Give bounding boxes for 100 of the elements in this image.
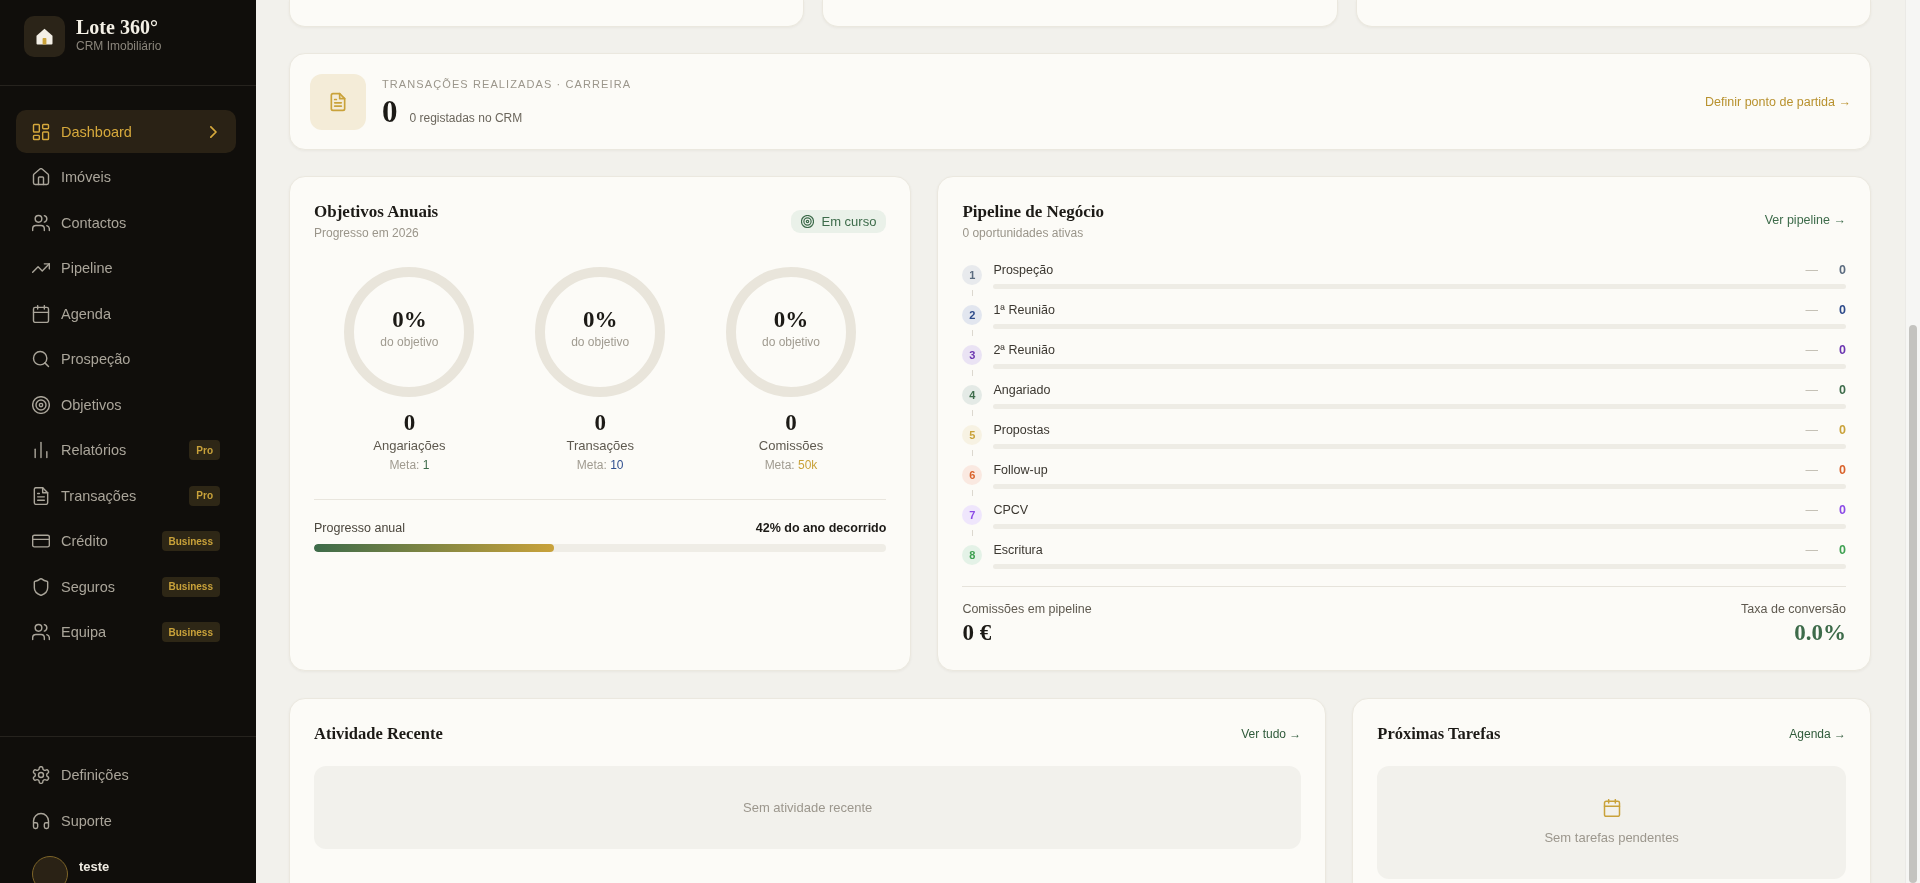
stage-number: 4 <box>962 385 983 405</box>
goal-value: 0 <box>785 411 797 435</box>
nav-item[interactable]: Seguros Business <box>16 565 236 608</box>
grid-icon <box>32 122 50 141</box>
stage-value: — <box>1805 542 1818 558</box>
headphones-icon <box>32 811 50 830</box>
stage-name: Propostas <box>993 422 1050 438</box>
stage-number: 1 <box>962 265 983 285</box>
progress-label: Progresso anual <box>314 520 406 536</box>
document-icon <box>310 73 366 130</box>
people-icon <box>32 623 50 641</box>
stage-number: 2 <box>962 305 983 325</box>
transaction-count: 0 <box>382 96 398 127</box>
stage-count: 0 <box>1838 382 1846 398</box>
card-subtitle: 0 oportunidades ativas <box>962 225 1084 241</box>
stage-value: — <box>1805 262 1818 278</box>
summary-label: Taxa de conversão <box>1741 601 1846 617</box>
goal-caption: do objetivo <box>571 334 630 350</box>
plan-badge: Business <box>161 622 220 642</box>
view-all-link[interactable]: Ver tudo → <box>1241 727 1302 741</box>
goal-value: 0 <box>403 411 416 435</box>
nav-item[interactable]: Equipa Business <box>16 610 236 654</box>
stage-name: Angariado <box>993 382 1051 398</box>
chevron-right-icon <box>210 125 217 138</box>
stage-count: 0 <box>1838 262 1846 278</box>
calendar-icon <box>32 304 50 323</box>
transaction-note: 0 registadas no CRM <box>409 110 523 125</box>
nav-item[interactable]: Crédito Business <box>16 519 236 563</box>
nav-item[interactable]: Relatórios Pro <box>16 428 236 472</box>
stage-number: 6 <box>962 465 983 485</box>
section-label: TRANSAÇÕES REALIZADAS · CARREIRA <box>382 76 632 91</box>
nav-item[interactable]: Objetivos <box>16 383 236 426</box>
stage-number: 5 <box>962 425 983 445</box>
target-icon <box>801 215 815 228</box>
stage-name: 2ª Reunião <box>993 342 1055 358</box>
card-title: Objetivos Anuais <box>314 201 439 223</box>
search-icon <box>32 350 50 368</box>
goal-label: Comissões <box>758 437 824 455</box>
goal-target: Meta: 10 <box>576 457 624 473</box>
document-icon <box>32 486 50 505</box>
stage-count: 0 <box>1838 422 1846 438</box>
agenda-link[interactable]: Agenda → <box>1789 727 1846 741</box>
stage-name: Escritura <box>993 542 1043 558</box>
stage-number: 3 <box>962 345 983 365</box>
scrollbar-thumb[interactable] <box>1909 325 1917 883</box>
stage-value: — <box>1805 502 1818 518</box>
summary-value: 0.0% <box>1794 620 1846 646</box>
empty-state-text: Sem atividade recente <box>743 799 873 816</box>
bar-chart-icon <box>32 441 50 459</box>
nav-item[interactable]: Imóveis <box>16 155 236 199</box>
stage-value: — <box>1805 382 1818 398</box>
calendar-icon <box>1602 799 1621 817</box>
stage-count: 0 <box>1838 302 1846 318</box>
card-title: Pipeline de Negócio <box>962 201 1105 223</box>
nav-item[interactable]: Contactos <box>16 201 236 244</box>
target-icon <box>32 395 50 414</box>
goal-percent: 0% <box>392 307 427 333</box>
stage-value: — <box>1805 462 1818 478</box>
goal-label: Transações <box>566 437 634 455</box>
stage-count: 0 <box>1838 502 1846 518</box>
stage-name: CPCV <box>993 502 1029 518</box>
people-icon <box>32 213 50 232</box>
nav-item[interactable]: Agenda <box>16 292 236 335</box>
summary-label: Comissões em pipeline <box>962 601 1092 617</box>
brand-name: Lote 360° <box>76 16 158 38</box>
summary-value: 0 € <box>962 620 992 646</box>
goal-value: 0 <box>594 411 606 435</box>
stage-number: 8 <box>962 545 983 565</box>
house-icon <box>32 168 50 186</box>
nav-item[interactable]: Dashboard <box>16 110 236 153</box>
nav-item[interactable]: Suporte <box>16 799 236 842</box>
view-pipeline-link[interactable]: Ver pipeline → <box>1764 213 1846 227</box>
nav-item[interactable]: Definições <box>16 753 236 796</box>
avatar[interactable] <box>32 856 68 883</box>
stage-name: Follow-up <box>993 462 1048 478</box>
card-title: Atividade Recente <box>314 723 443 745</box>
user-name: teste <box>79 859 110 876</box>
stage-number: 7 <box>962 505 983 525</box>
progress-reading: 42% do ano decorrido <box>755 520 887 536</box>
empty-state-text: Sem tarefas pendentes <box>1544 829 1679 846</box>
stage-count: 0 <box>1838 342 1846 358</box>
goal-percent: 0% <box>773 307 809 333</box>
nav-item[interactable]: Pipeline <box>16 246 236 290</box>
goal-target: Meta: 50k <box>764 457 818 473</box>
plan-badge: Pro <box>189 440 220 460</box>
goal-target: Meta: 1 <box>389 457 430 473</box>
stage-value: — <box>1805 302 1818 318</box>
plan-badge: Business <box>161 531 220 551</box>
brand-tagline: CRM Imobiliário <box>76 38 162 54</box>
status-label: Em curso <box>821 214 877 229</box>
settings-icon <box>32 765 50 784</box>
goal-label: Angariações <box>373 437 446 455</box>
goal-percent: 0% <box>582 307 618 333</box>
credit-card-icon <box>32 532 50 550</box>
stage-name: 1ª Reunião <box>993 302 1055 318</box>
plan-badge: Business <box>161 576 220 597</box>
house-logo-icon <box>24 16 65 57</box>
nav-item[interactable]: Transações Pro <box>16 474 236 517</box>
stage-value: — <box>1805 422 1818 438</box>
nav-item[interactable]: Prospeção <box>16 337 236 381</box>
